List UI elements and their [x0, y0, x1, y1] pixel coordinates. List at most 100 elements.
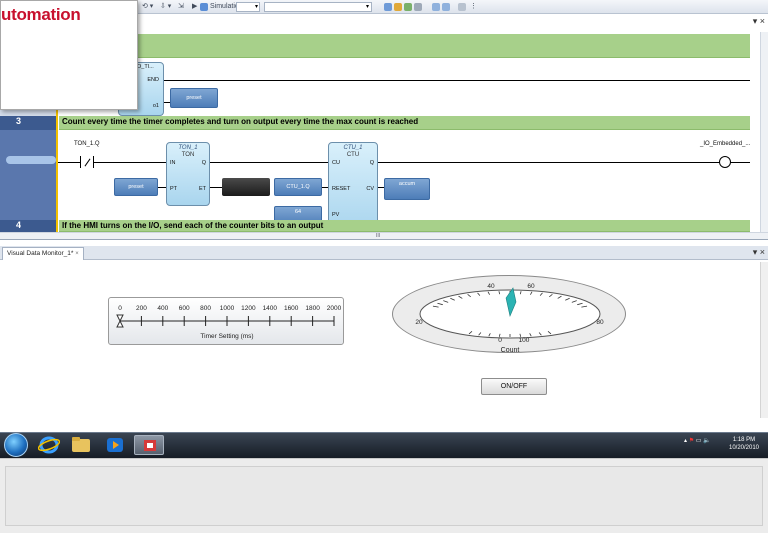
tool-icon-6[interactable] — [442, 3, 450, 11]
pin-in: IN — [170, 160, 176, 166]
rung-selector[interactable] — [6, 156, 56, 164]
slider-tick-label: 400 — [157, 305, 168, 312]
contact-label: TON_1.Q — [74, 141, 100, 147]
pin-pv: PV — [332, 212, 340, 218]
rung-comment-3[interactable]: Count every time the timer completes and… — [59, 116, 750, 130]
start-button[interactable] — [4, 433, 28, 457]
pin-reset: RESET — [332, 186, 351, 192]
background-frame — [5, 466, 763, 526]
simulation-icon — [200, 3, 208, 11]
step-icon[interactable]: ⇲ — [178, 2, 184, 12]
chevron-down-icon: ▾ — [365, 4, 369, 10]
more-icon[interactable]: ⋮ — [470, 2, 477, 12]
internet-explorer-icon[interactable] — [37, 435, 61, 455]
rung-gutter-3 — [0, 130, 58, 226]
rung-comment-2[interactable]: from HMI — [59, 34, 750, 58]
param-ctu-cv[interactable]: accum — [384, 178, 430, 200]
pin-pt: PT — [170, 186, 178, 192]
clock-time: 1:18 PM — [732, 437, 756, 443]
action-center-icon[interactable]: ⚑ — [689, 438, 694, 444]
slider-tick-label: 600 — [179, 305, 190, 312]
pin-q: Q — [201, 160, 206, 166]
rung-number-3[interactable]: 3 — [0, 116, 58, 130]
search-dropdown[interactable]: ▾ — [264, 2, 372, 12]
slider-label: Timer Setting (ms) — [200, 333, 254, 340]
slider-tick-label: 200 — [136, 305, 147, 312]
slider-tick-label: 1000 — [220, 305, 235, 312]
file-explorer-icon[interactable] — [70, 435, 92, 455]
tool-icon-7[interactable] — [458, 3, 466, 11]
monitor-scrollbar[interactable] — [760, 262, 768, 418]
gauge-label: 20 — [415, 319, 423, 326]
pin-cu: CU — [332, 160, 340, 166]
scroll-thumb-grip: III — [376, 233, 381, 239]
clock-date: 10/20/2010 — [728, 445, 760, 451]
tool-icon-3[interactable] — [404, 3, 412, 11]
close-icon[interactable]: ▾ × — [753, 16, 765, 27]
undo-icon[interactable]: ⟲ ▾ — [142, 2, 153, 12]
logo-text: utomation — [1, 5, 81, 24]
slider-tick-label: 1200 — [241, 305, 256, 312]
pin-et: ET — [198, 186, 206, 192]
slider-tick-label: 1400 — [263, 305, 278, 312]
pin-o1: o1 — [152, 103, 159, 109]
tray-expand-icon[interactable]: ▴ — [684, 438, 687, 444]
tab-visual-data-monitor[interactable]: Visual Data Monitor_1* × — [2, 247, 84, 260]
splash-overlay: utomation — [0, 0, 138, 110]
block-name: O_TI... — [137, 64, 154, 70]
volume-icon[interactable]: 🔈 — [703, 438, 710, 444]
run-icon[interactable]: ▶ — [192, 2, 197, 12]
mode-dropdown[interactable]: ▾ — [236, 2, 260, 12]
tab-label: Visual Data Monitor_1* — [7, 250, 74, 257]
editor-vertical-scrollbar[interactable] — [760, 32, 768, 232]
ton-block[interactable]: TON_1 TON IN Q PT ET — [166, 142, 210, 206]
gauge-label: 40 — [487, 283, 495, 290]
clock[interactable]: 1:18 PM 10/20/2010 — [722, 436, 766, 452]
ctu-type: CTU — [346, 152, 360, 158]
gauge-dial: 20 40 60 80 0 100 Count — [415, 283, 604, 354]
slider-tick-label: 800 — [200, 305, 211, 312]
ctu-instance: CTU_1 — [343, 145, 363, 151]
editor-horizontal-scrollbar[interactable]: III — [0, 232, 768, 239]
media-player-icon[interactable] — [104, 435, 126, 455]
on-off-button[interactable]: ON/OFF — [481, 378, 547, 395]
ctu-block[interactable]: CTU_1 CTU CU Q RESET CV PV — [328, 142, 378, 232]
param-ton-pt[interactable]: preset — [114, 178, 158, 196]
gauge-label: 100 — [519, 337, 530, 344]
ton-type: TON — [181, 152, 195, 158]
param-ton-et[interactable] — [222, 178, 270, 196]
chevron-down-icon: ▾ — [254, 4, 258, 10]
pin-cv: CV — [366, 186, 374, 192]
system-tray: ▴ ⚑ ▭ 🔈 — [684, 437, 711, 455]
gauge-title: Count — [501, 347, 520, 354]
rung-number-4[interactable]: 4 — [0, 220, 58, 232]
coil-label: _IO_Embedded_... — [700, 141, 751, 147]
timer-setting-slider[interactable]: 0 200 400 600 800 1000 1200 1400 1600 1800 2000 Ti… — [108, 297, 344, 345]
nc-contact[interactable] — [80, 156, 94, 168]
close-icon[interactable]: × — [75, 251, 79, 257]
download-icon[interactable]: ⇩ ▾ — [160, 2, 171, 12]
slider-tick-label: 2000 — [327, 305, 342, 312]
output-coil[interactable] — [719, 156, 731, 168]
param-preset[interactable]: preset — [170, 88, 218, 108]
rung-comment-4[interactable]: If the HMI turns on the I/O, send each o… — [59, 220, 750, 232]
gauge-label: 60 — [527, 283, 535, 290]
network-icon[interactable]: ▭ — [696, 438, 702, 444]
close-icon[interactable]: ▾ × — [753, 247, 765, 258]
rung-wire — [164, 80, 750, 81]
slider-tick-label: 1600 — [284, 305, 299, 312]
count-gauge: 20 40 60 80 0 100 Count — [392, 275, 626, 354]
tool-icon-5[interactable] — [432, 3, 440, 11]
gauge-label: 80 — [596, 319, 604, 326]
connected-components-app[interactable] — [134, 435, 164, 455]
slider-tick-label: 0 — [118, 305, 122, 312]
monitor-header: ▾ × — [0, 246, 768, 260]
gauge-label: 0 — [498, 337, 502, 344]
param-ctu-reset[interactable]: CTU_1.Q — [274, 178, 322, 196]
tool-icon-4[interactable] — [414, 3, 422, 11]
tool-icon-1[interactable] — [384, 3, 392, 11]
pin-q: Q — [369, 160, 374, 166]
ton-instance: TON_1 — [178, 145, 198, 151]
tool-icon-2[interactable] — [394, 3, 402, 11]
slider-tick-label: 1800 — [305, 305, 320, 312]
